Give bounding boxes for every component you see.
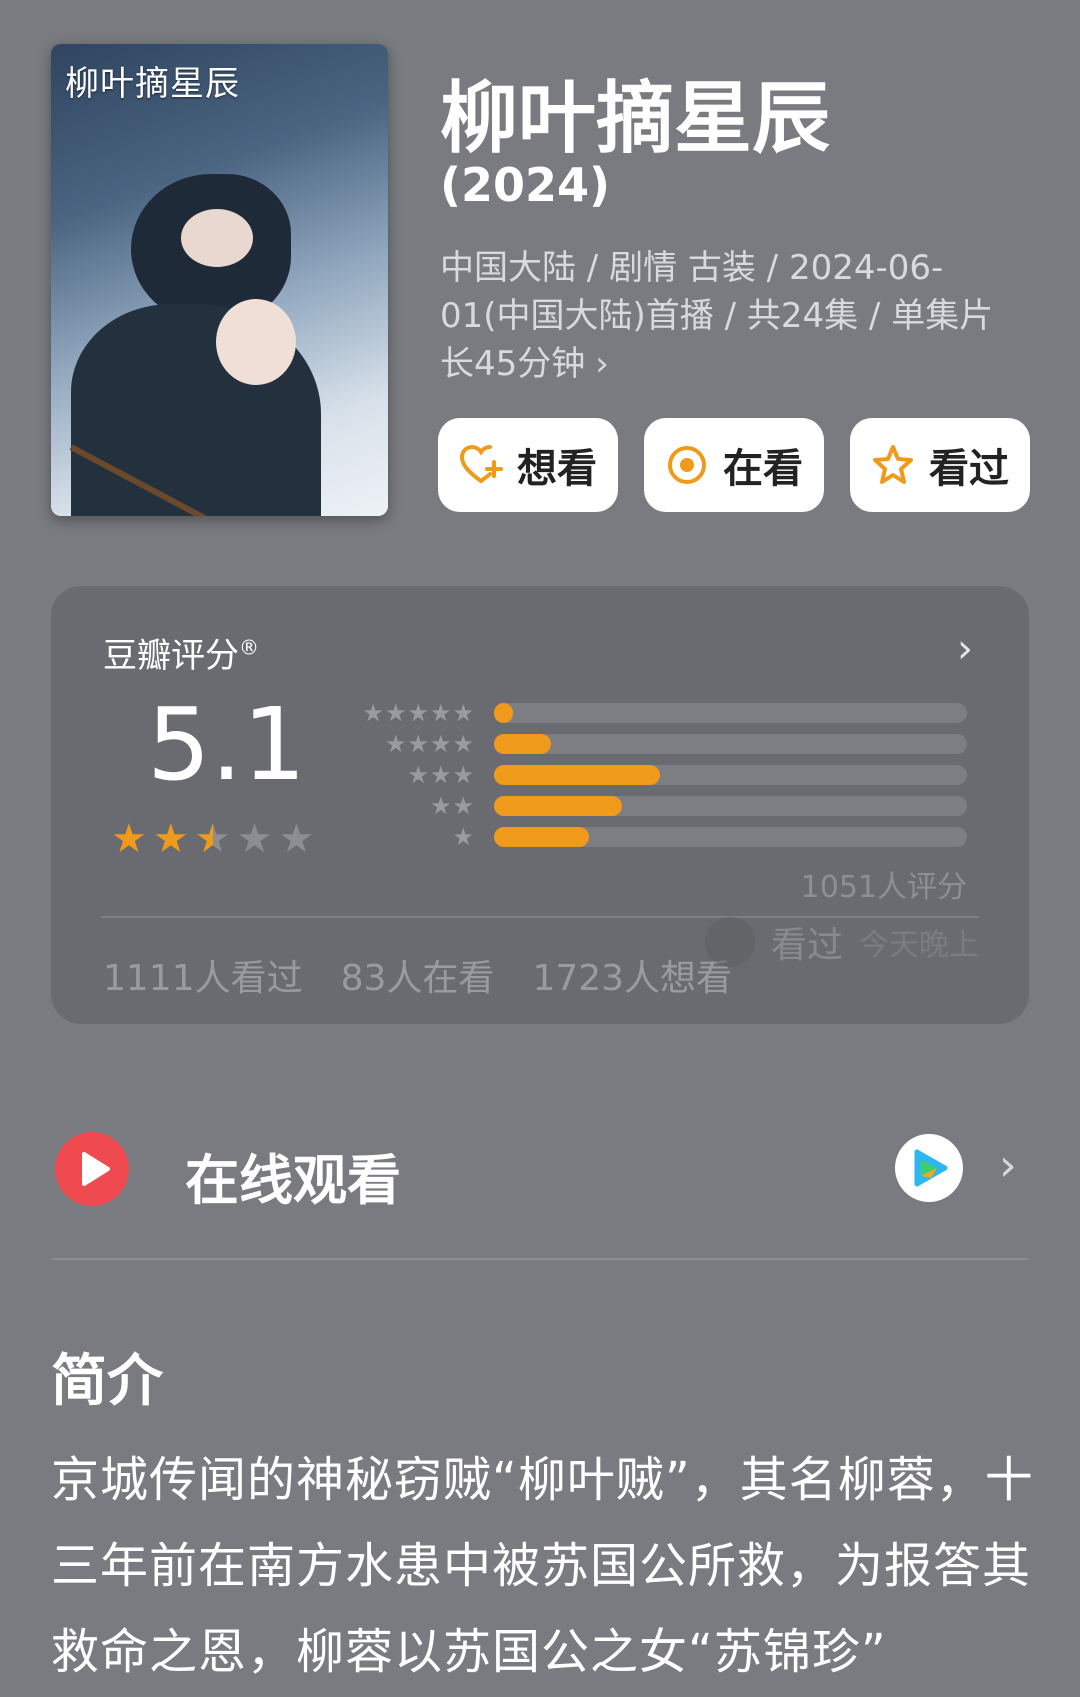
watch-online-label: 在线观看 <box>185 1149 401 1212</box>
chevron-right-icon: › <box>999 1140 1017 1191</box>
dist-bar-track <box>494 796 967 816</box>
watched-count[interactable]: 1111人看过 <box>103 949 303 1001</box>
poster-face <box>216 299 296 385</box>
release-year: (2024) <box>440 158 611 212</box>
watching-count[interactable]: 83人在看 <box>341 949 495 1001</box>
dist-bar-track <box>494 827 967 847</box>
rating-source-title: 豆瓣评分® <box>103 635 259 676</box>
dist-bar-track <box>494 703 967 723</box>
dist-bar-track <box>494 734 967 754</box>
rating-dist-row: ★ <box>51 825 1029 849</box>
rating-card[interactable]: 豆瓣评分® › 5.1 ★ ★ ★ ★ ★ ★★★★★ ★★★★ ★★★ ★★ ★ 10… <box>51 586 1029 1024</box>
chevron-right-icon: › <box>595 344 609 384</box>
intro-heading: 简介 <box>51 1349 163 1414</box>
watching-button[interactable]: 在看 <box>644 418 824 512</box>
dist-bar-fill <box>494 703 513 723</box>
play-icon <box>55 1132 129 1206</box>
watch-online-row[interactable]: 在线观看 › <box>51 1128 1029 1212</box>
divider <box>51 1258 1029 1260</box>
watched-label: 看过 <box>929 446 1009 492</box>
poster-title-art: 柳叶摘星辰 <box>65 64 240 104</box>
dist-stars-label: ★★★★★ <box>362 699 475 727</box>
avatar <box>705 917 755 967</box>
dist-bar-fill <box>494 765 660 785</box>
watching-label: 在看 <box>723 446 803 492</box>
target-icon <box>665 443 709 487</box>
intro-text: 京城传闻的神秘窃贼“柳叶贼”，其名柳蓉，十三年前在南方水患中被苏国公所救，为报答… <box>51 1452 1034 1680</box>
watch-stats: 1111人看过 83人在看 1723人想看 <box>103 949 732 1001</box>
dist-stars-label: ★★★★ <box>384 730 475 758</box>
dist-bar-fill <box>494 734 551 754</box>
watched-button[interactable]: 看过 <box>850 418 1030 512</box>
dist-stars-label: ★★★ <box>407 761 475 789</box>
page-title: 柳叶摘星辰 <box>440 74 831 164</box>
friend-activity: 看过 今天晚上 <box>705 916 979 968</box>
rating-dist-row: ★★★★ <box>51 732 1029 756</box>
dist-bar-fill <box>494 827 589 847</box>
rating-dist-row: ★★★ <box>51 763 1029 787</box>
dist-stars-label: ★★ <box>429 792 475 820</box>
friend-activity-time: 今天晚上 <box>859 928 980 963</box>
star-outline-icon <box>871 443 915 487</box>
dist-bar-track <box>494 765 967 785</box>
want-to-watch-button[interactable]: 想看 <box>438 418 618 512</box>
rating-dist-row: ★★★★★ <box>51 701 1029 725</box>
rating-dist-row: ★★ <box>51 794 1029 818</box>
poster-face <box>181 209 253 267</box>
dist-bar-fill <box>494 796 622 816</box>
want-to-watch-label: 想看 <box>517 446 597 492</box>
ratings-count: 1051人评分 <box>800 870 967 905</box>
meta-text: 中国大陆 / 剧情 古装 / 2024-06-01(中国大陆)首播 / 共24集… <box>440 248 994 384</box>
chevron-right-icon[interactable]: › <box>957 626 973 672</box>
tencent-video-icon[interactable] <box>895 1134 963 1202</box>
friend-activity-action: 看过 <box>771 925 844 966</box>
heart-plus-icon <box>459 443 503 487</box>
want-count[interactable]: 1723人想看 <box>532 949 732 1001</box>
dist-stars-label: ★ <box>452 823 475 851</box>
movie-meta[interactable]: 中国大陆 / 剧情 古装 / 2024-06-01(中国大陆)首播 / 共24集… <box>440 244 1010 388</box>
poster-image[interactable]: 柳叶摘星辰 <box>51 44 388 516</box>
